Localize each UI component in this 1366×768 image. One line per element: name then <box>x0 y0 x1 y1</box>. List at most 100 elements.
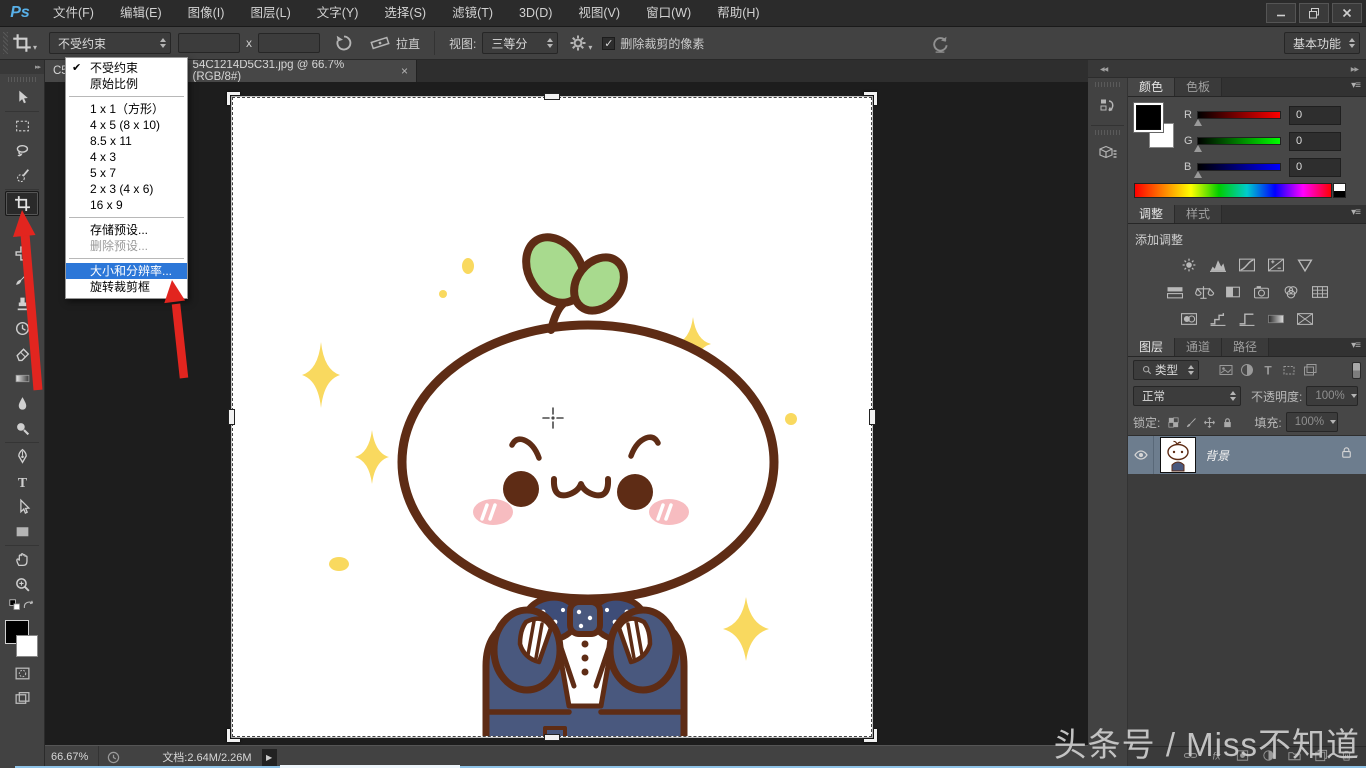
crop-handle-bottom-right[interactable] <box>864 729 877 742</box>
tab-颜色[interactable]: 颜色 <box>1128 78 1175 96</box>
b-slider[interactable] <box>1197 163 1281 171</box>
adjustment-filter-icon[interactable] <box>1236 360 1257 380</box>
menu-4[interactable]: 文字(Y) <box>304 6 372 20</box>
quick-mask-button[interactable] <box>5 661 39 686</box>
adjustment-selective-color-icon[interactable] <box>1292 310 1318 328</box>
minimize-button[interactable] <box>1266 3 1296 23</box>
crop-bounds[interactable] <box>232 97 872 737</box>
document-size-info[interactable]: 文档:2.64M/2.26M <box>162 749 251 765</box>
straighten-icon[interactable] <box>370 33 390 53</box>
blend-mode-select[interactable]: 正常 <box>1133 386 1241 406</box>
hand-tool[interactable] <box>5 547 39 572</box>
adjustment-color-balance-icon[interactable] <box>1191 283 1217 301</box>
adjustment-brightness-contrast-icon[interactable] <box>1176 256 1202 274</box>
crop-menu-item-14[interactable]: 大小和分辨率... <box>66 263 187 279</box>
smart-object-filter-icon[interactable] <box>1299 360 1320 380</box>
restore-button[interactable] <box>1299 3 1329 23</box>
crop-menu-item-3[interactable]: 1 x 1（方形） <box>66 101 187 117</box>
menu-1[interactable]: 编辑(E) <box>107 6 175 20</box>
fill-select[interactable]: 100% <box>1286 412 1338 432</box>
adjustment-hue-saturation-icon[interactable] <box>1162 283 1188 301</box>
dodge-tool[interactable] <box>5 416 39 441</box>
rectangle-tool[interactable] <box>5 519 39 544</box>
menu-8[interactable]: 视图(V) <box>565 6 633 20</box>
tab-close-icon[interactable]: × <box>401 64 408 78</box>
spectrum-bw-caps[interactable] <box>1333 183 1346 198</box>
tab-通道[interactable]: 通道 <box>1175 338 1222 356</box>
workspace-select[interactable]: 基本功能 <box>1284 32 1360 54</box>
canvas[interactable] <box>232 97 872 737</box>
adjustment-curves-icon[interactable] <box>1234 256 1260 274</box>
quick-selection-tool[interactable] <box>5 163 39 188</box>
crop-handle-bottom-left[interactable] <box>227 729 240 742</box>
crop-handle-bottom[interactable] <box>544 734 560 741</box>
spot-healing-tool[interactable] <box>5 241 39 266</box>
tab-调整[interactable]: 调整 <box>1128 205 1175 223</box>
crop-menu-item-0[interactable]: ✔不受约束 <box>66 60 187 76</box>
gradient-tool[interactable] <box>5 366 39 391</box>
type-tool[interactable]: T <box>5 469 39 494</box>
type-filter-icon[interactable]: T <box>1257 360 1278 380</box>
toolbar-collapse-icon[interactable]: ▸▸ <box>0 60 44 74</box>
adjustment-levels-icon[interactable] <box>1205 256 1231 274</box>
adjustment-photo-filter-icon[interactable] <box>1249 283 1275 301</box>
adjustment-color-lookup-icon[interactable] <box>1307 283 1333 301</box>
adjustment-gradient-map-icon[interactable] <box>1263 310 1289 328</box>
menu-10[interactable]: 帮助(H) <box>704 6 772 20</box>
adjustment-posterize-icon[interactable] <box>1205 310 1231 328</box>
reset-tool-icon[interactable] <box>930 34 950 54</box>
panel-menu-icon[interactable]: ▾≡ <box>1351 207 1360 218</box>
brush-tool[interactable] <box>5 266 39 291</box>
menu-7[interactable]: 3D(D) <box>506 6 565 20</box>
tab-样式[interactable]: 样式 <box>1175 205 1222 223</box>
menu-5[interactable]: 选择(S) <box>371 6 439 20</box>
canvas-viewport[interactable] <box>45 82 1088 745</box>
crop-menu-item-15[interactable]: 旋转裁剪框 <box>66 279 187 295</box>
collapse-dock-icon[interactable]: ▶▶ <box>1351 66 1358 73</box>
adjustment-vibrance-icon[interactable] <box>1292 256 1318 274</box>
clone-stamp-tool[interactable] <box>5 291 39 316</box>
opacity-select[interactable]: 100% <box>1306 386 1358 406</box>
adjustment-exposure-icon[interactable] <box>1263 256 1289 274</box>
default-colors-icon[interactable] <box>9 599 22 617</box>
delete-cropped-label[interactable]: 删除裁剪的像素 <box>620 35 704 52</box>
preset-dropdown-arrow[interactable]: ▾ <box>33 43 37 52</box>
crop-menu-item-7[interactable]: 5 x 7 <box>66 165 187 181</box>
move-tool[interactable] <box>5 85 39 110</box>
history-brush-tool[interactable] <box>5 316 39 341</box>
adjustment-invert-icon[interactable] <box>1176 310 1202 328</box>
crop-view-select[interactable]: 三等分 <box>482 32 558 54</box>
b-value-field[interactable]: 0 <box>1289 158 1341 177</box>
crop-tool[interactable] <box>5 191 39 216</box>
tab-图层[interactable]: 图层 <box>1128 338 1175 356</box>
rect-marquee-tool[interactable] <box>5 113 39 138</box>
crop-width-input[interactable] <box>178 33 240 53</box>
blur-tool[interactable] <box>5 391 39 416</box>
crop-menu-item-6[interactable]: 4 x 3 <box>66 149 187 165</box>
crop-menu-item-8[interactable]: 2 x 3 (4 x 6) <box>66 181 187 197</box>
screen-mode-button[interactable] <box>5 686 39 711</box>
layer-thumbnail[interactable] <box>1160 437 1196 473</box>
menu-3[interactable]: 图层(L) <box>237 6 303 20</box>
crop-menu-item-5[interactable]: 8.5 x 11 <box>66 133 187 149</box>
close-button[interactable] <box>1332 3 1362 23</box>
r-slider[interactable] <box>1197 111 1281 119</box>
panel-foreground-swatch[interactable] <box>1136 105 1161 130</box>
g-value-field[interactable]: 0 <box>1289 132 1341 151</box>
crop-handle-top-left[interactable] <box>227 92 240 105</box>
swap-colors-icon[interactable] <box>22 599 35 617</box>
adjustment-threshold-icon[interactable] <box>1234 310 1260 328</box>
delete-cropped-checkbox[interactable]: ✓ <box>602 37 615 50</box>
panel-menu-icon[interactable]: ▾≡ <box>1351 80 1360 91</box>
lasso-tool[interactable] <box>5 138 39 163</box>
zoom-tool[interactable] <box>5 572 39 597</box>
adjustment-black-white-icon[interactable] <box>1220 283 1246 301</box>
lock-transparent-icon[interactable] <box>1164 414 1182 430</box>
layer-filter-select[interactable]: 类型 <box>1133 360 1199 380</box>
crop-height-input[interactable] <box>258 33 320 53</box>
g-slider[interactable] <box>1197 137 1281 145</box>
crop-handle-top[interactable] <box>544 93 560 100</box>
crop-handle-right[interactable] <box>869 409 876 425</box>
layer-row-background[interactable]: 背景 <box>1128 436 1366 474</box>
crop-tool-preset-icon[interactable] <box>12 33 32 53</box>
